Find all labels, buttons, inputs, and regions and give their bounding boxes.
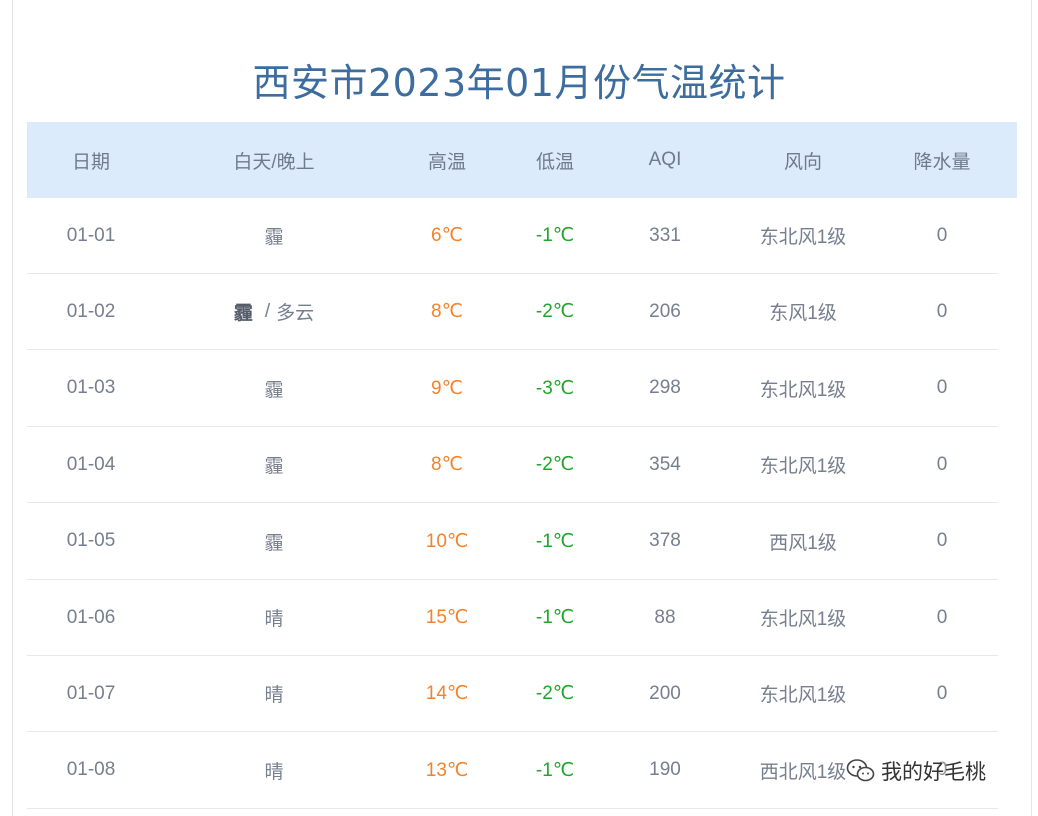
high-temp-cell: 10℃ [425,530,469,552]
header-date: 日期 [71,151,110,173]
weather-cell: 霾 / 多云 [199,274,349,349]
precip-cell: 0 [936,377,948,399]
high-temp-cell: 14℃ [425,683,469,705]
date-cell: 01-08 [66,759,116,781]
table-row: 01-07 晴 14℃ -2℃ 200 东北风1级 0 [27,656,998,733]
high-temp-cell: 15℃ [425,607,469,628]
table-row: 01-04 霾 8℃ -2℃ 354 东北风1级 0 [27,427,998,504]
weather-cell: 晴 [264,685,284,707]
low-temp-cell: -1℃ [535,759,575,781]
watermark: 我的好毛桃 [846,756,986,786]
date-cell: 01-07 [66,682,116,704]
header-weather: 白天/晚上 [233,151,315,173]
wind-cell: 东风1级 [769,303,837,325]
header-low: 低温 [535,151,574,173]
date-cell: 01-01 [66,224,116,246]
header-wind: 风向 [783,151,822,173]
table-header: 日期 白天/晚上 高温 低温 AQI 风向 降水量 [27,122,1017,198]
wind-cell: 东北风1级 [759,685,847,707]
wind-cell: 西风1级 [769,532,837,554]
precip-cell: 0 [936,300,948,322]
high-temp-cell: 8℃ [431,454,463,476]
header-aqi: AQI [648,149,682,170]
low-temp-cell: -1℃ [535,607,575,628]
date-cell: 01-05 [66,530,116,552]
page-title: 西安市2023年01月份气温统计 [252,61,786,105]
wind-cell: 西北风1级 [759,761,847,783]
wind-cell: 东北风1级 [759,609,847,630]
aqi-cell: 88 [654,606,676,628]
table-row: 01-01 霾 6℃ -1℃ 331 东北风1级 0 [27,198,998,274]
precip-cell: 0 [936,606,948,628]
weather-cell: 霾 [264,379,284,401]
high-temp-cell: 6℃ [431,225,463,246]
low-temp-cell: -1℃ [535,530,575,552]
header-high: 高温 [427,151,466,173]
low-temp-cell: -2℃ [535,301,575,323]
table-row: 01-02 霾 / 多云 8℃ -2℃ 206 东风1级 0 [27,274,998,351]
weather-separator: / [264,300,271,322]
weather-cell: 霾 [264,532,284,554]
precip-cell: 0 [936,682,948,704]
low-temp-cell: -1℃ [535,225,575,246]
weather-cell: 晴 [264,761,284,783]
high-temp-cell: 9℃ [431,377,463,399]
aqi-cell: 190 [649,759,681,781]
wechat-icon [846,759,875,782]
weather-cell: 晴 [264,609,284,630]
date-cell: 01-06 [66,606,116,628]
precip-cell: 0 [936,530,948,552]
aqi-cell: 331 [649,224,681,246]
high-temp-cell: 8℃ [431,301,463,323]
aqi-cell: 200 [649,682,681,704]
low-temp-cell: -2℃ [535,454,575,476]
precip-cell: 0 [936,224,948,246]
date-cell: 01-02 [66,300,116,322]
table-row: 01-06 晴 15℃ -1℃ 88 东北风1级 0 [27,580,998,656]
date-cell: 01-03 [66,377,116,399]
precip-cell: 0 [936,453,948,475]
wind-cell: 东北风1级 [759,227,847,248]
wind-cell: 东北风1级 [759,379,847,401]
weather-night: 多云 [276,303,315,325]
aqi-cell: 354 [649,453,681,475]
high-temp-cell: 13℃ [425,759,469,781]
aqi-cell: 206 [649,300,681,322]
weather-cell: 霾 [264,456,284,478]
low-temp-cell: -3℃ [535,377,575,399]
aqi-cell: 378 [649,530,681,552]
table-row: 01-05 霾 10℃ -1℃ 378 西风1级 0 [27,504,998,580]
watermark-text: 我的好毛桃 [881,760,986,784]
low-temp-cell: -2℃ [535,683,575,705]
weather-cell: 霾 [264,227,284,248]
date-cell: 01-04 [66,453,116,475]
table-row: 01-03 霾 9℃ -3℃ 298 东北风1级 0 [27,351,998,427]
wind-cell: 东北风1级 [759,456,847,478]
header-precip: 降水量 [913,151,971,173]
weather-day: 霾 [233,303,253,325]
aqi-cell: 298 [649,377,681,399]
